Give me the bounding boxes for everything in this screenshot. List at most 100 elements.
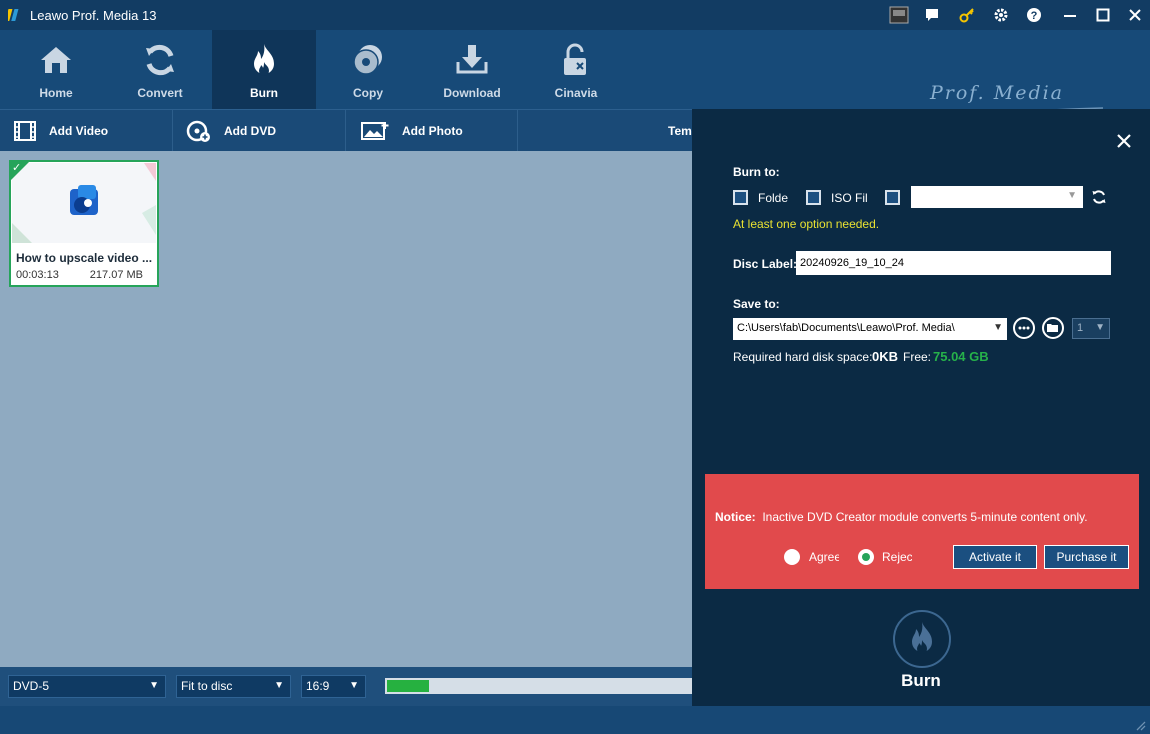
burn-to-label: Burn to: — [733, 165, 780, 179]
copies-value: 1 — [1077, 322, 1084, 334]
required-space-value: 0KB — [872, 349, 899, 364]
download-icon — [456, 45, 488, 74]
save-to-select[interactable]: C:\Users\fab\Documents\Leawo\Prof. Media… — [733, 318, 1007, 340]
required-space-label: Required hard disk space: — [733, 350, 873, 364]
chevron-down-icon: ▼ — [349, 680, 359, 691]
fit-mode-select[interactable]: Fit to disc ▼ — [176, 675, 291, 698]
video-title: How to upscale video ... — [16, 251, 153, 265]
app-logo-icon — [8, 9, 19, 21]
open-folder-button[interactable] — [1042, 317, 1064, 339]
nav-cinavia[interactable]: Cinavia — [524, 30, 628, 109]
minimize-icon[interactable] — [1060, 5, 1080, 25]
template-button[interactable]: Tem — [668, 110, 692, 151]
burn-flame-icon — [254, 44, 274, 76]
folder-option-label: Folde — [758, 191, 789, 205]
nav-home[interactable]: Home — [4, 30, 108, 109]
add-video-label: Add Video — [49, 123, 109, 138]
nav-burn-label: Burn — [250, 86, 278, 100]
close-panel-icon[interactable] — [1116, 129, 1132, 155]
iso-file-option-label: ISO File — [831, 191, 868, 205]
aspect-ratio-value: 16:9 — [306, 679, 330, 693]
add-dvd-button[interactable]: Add DVD — [186, 110, 276, 151]
chevron-down-icon: ▼ — [149, 680, 159, 691]
purchase-button[interactable]: Purchase it — [1044, 545, 1129, 569]
nav-convert[interactable]: Convert — [108, 30, 212, 109]
nav-burn[interactable]: Burn — [212, 30, 316, 109]
disc-label-label: Disc Label: — [733, 257, 798, 271]
brand-wordmark: Prof. Media — [930, 82, 1065, 104]
maximize-icon[interactable] — [1093, 5, 1113, 25]
iso-file-checkbox[interactable] — [806, 190, 821, 205]
agree-radio[interactable] — [784, 549, 800, 565]
window-title: Leawo Prof. Media 13 — [30, 8, 157, 23]
reject-label: Reject — [882, 550, 912, 564]
toolbar-divider — [172, 110, 173, 151]
chevron-down-icon: ▼ — [1095, 322, 1105, 333]
nav-download[interactable]: Download — [420, 30, 524, 109]
svg-text:?: ? — [1031, 10, 1038, 22]
disc-type-value: DVD-5 — [13, 679, 50, 693]
chevron-down-icon: ▼ — [993, 322, 1003, 333]
app-window: Leawo Prof. Media 13 ? Home Convert Burn… — [0, 0, 1150, 734]
folder-icon — [1047, 324, 1058, 332]
reject-radio[interactable] — [858, 549, 874, 565]
nav-copy[interactable]: Copy — [316, 30, 420, 109]
save-to-path: C:\Users\fab\Documents\Leawo\Prof. Media… — [737, 322, 955, 334]
video-thumbnail — [12, 163, 156, 243]
feedback-icon[interactable] — [922, 5, 942, 25]
nav-cinavia-label: Cinavia — [554, 86, 598, 100]
nav-download-label: Download — [443, 86, 501, 100]
video-duration: 00:03:13 — [16, 269, 59, 281]
folder-checkbox[interactable] — [733, 190, 748, 205]
save-to-label: Save to: — [733, 297, 780, 311]
resize-grip-icon[interactable] — [1134, 719, 1146, 731]
amd-badge-icon — [889, 5, 909, 25]
bottom-bar: DVD-5 ▼ Fit to disc ▼ 16:9 ▼ — [0, 667, 692, 706]
burn-flame-icon — [912, 622, 932, 654]
video-size: 217.07 MB — [89, 269, 143, 281]
agree-label: Agree — [809, 550, 839, 564]
free-space-value: 75.04 GB — [933, 349, 989, 364]
toolbar: Add Video Add DVD Add Photo Tem — [0, 109, 692, 151]
burn-start-button[interactable] — [893, 610, 951, 668]
add-photo-label: Add Photo — [402, 123, 463, 138]
nav-convert-label: Convert — [137, 86, 183, 100]
copies-select[interactable]: 1 ▼ — [1072, 318, 1110, 339]
fit-mode-value: Fit to disc — [181, 679, 233, 693]
disc-type-select[interactable]: DVD-5 ▼ — [8, 675, 166, 698]
drive-select[interactable]: ▼ — [911, 186, 1083, 208]
disc-label-input[interactable] — [796, 251, 1111, 275]
template-label: Tem — [668, 123, 692, 138]
close-window-icon[interactable] — [1125, 5, 1145, 25]
add-video-button[interactable]: Add Video — [13, 110, 108, 151]
film-strip-icon — [14, 120, 36, 141]
copy-disc-icon — [353, 45, 382, 75]
key-icon[interactable] — [957, 5, 977, 25]
activate-button[interactable]: Activate it — [953, 545, 1037, 569]
help-icon[interactable]: ? — [1024, 5, 1044, 25]
main-nav: Home Convert Burn Copy Download Cinavia … — [0, 30, 1150, 125]
title-bar: Leawo Prof. Media 13 ? — [0, 0, 1150, 30]
add-photo-button[interactable]: Add Photo — [360, 110, 463, 151]
disc-usage-bar — [385, 678, 692, 694]
disc-usage-fill — [387, 680, 429, 692]
media-list-area: ✓ How to upscale video ... 00:03:13 217.… — [0, 151, 692, 667]
drive-checkbox[interactable] — [885, 190, 900, 205]
more-options-button[interactable] — [1013, 317, 1035, 339]
notice-message: Inactive DVD Creator module converts 5-m… — [762, 510, 1088, 524]
add-photo-icon — [361, 121, 389, 140]
refresh-icon[interactable] — [1091, 189, 1107, 208]
nav-home-label: Home — [39, 86, 73, 100]
unlock-icon — [564, 43, 586, 75]
add-disc-icon — [186, 120, 210, 142]
toolbar-divider — [517, 110, 518, 151]
settings-gear-icon[interactable] — [991, 5, 1011, 25]
add-dvd-label: Add DVD — [224, 123, 276, 138]
aspect-ratio-select[interactable]: 16:9 ▼ — [301, 675, 366, 698]
nav-copy-label: Copy — [353, 86, 383, 100]
chevron-down-icon: ▼ — [274, 680, 284, 691]
burn-settings-panel: Burn to: Folde ISO File ▼ At least one o… — [692, 109, 1150, 706]
checkmark-icon: ✓ — [12, 162, 22, 174]
notice-title: Notice: — [715, 510, 756, 524]
video-card[interactable]: ✓ How to upscale video ... 00:03:13 217.… — [9, 160, 159, 287]
